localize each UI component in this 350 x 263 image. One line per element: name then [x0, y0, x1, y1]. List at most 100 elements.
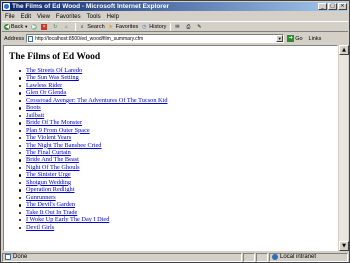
mail-button[interactable]: ✉ — [174, 24, 182, 30]
scroll-down-icon[interactable]: ▼ — [339, 241, 349, 251]
film-link[interactable]: The Devil's Garden — [26, 201, 75, 208]
film-link[interactable]: Lawless Rider — [26, 82, 62, 89]
page-heading: The Films of Ed Wood — [9, 52, 101, 62]
favorites-button[interactable]: ★ Favorites — [108, 23, 138, 30]
search-label: Search — [87, 23, 105, 30]
vertical-scrollbar[interactable]: ▲ ▼ — [338, 45, 349, 251]
page-icon — [28, 35, 34, 42]
refresh-button[interactable]: ↻ — [52, 24, 60, 30]
film-link[interactable]: The Sun Was Setting — [26, 74, 79, 81]
list-item: The Sinister Urge — [19, 171, 337, 178]
menu-file[interactable]: File — [2, 14, 18, 20]
refresh-icon: ↻ — [53, 23, 58, 30]
film-link[interactable]: Bride Of The Monster — [26, 119, 82, 126]
list-item: The Devil's Garden — [19, 201, 337, 208]
film-link[interactable]: Plan 9 From Outer Space — [26, 127, 90, 134]
window-controls: _ □ × — [318, 3, 347, 10]
list-item: Devil Girls — [19, 224, 337, 231]
film-link[interactable]: Operation Redlight — [26, 186, 74, 193]
stop-button[interactable]: × — [41, 23, 49, 30]
list-item: The Final Curtain — [19, 149, 337, 156]
film-link[interactable]: Shotgun Wedding — [26, 179, 71, 186]
list-item: Gunrunners — [19, 194, 337, 201]
film-link[interactable]: Night Of The Ghouls — [26, 164, 80, 171]
status-text: Done — [13, 254, 28, 260]
security-zone-label: Local intranet — [280, 254, 317, 260]
forward-button[interactable]: ▶ — [31, 23, 38, 30]
title-bar[interactable]: The Films of Ed Wood - Microsoft Interne… — [2, 2, 348, 11]
film-link[interactable]: I Woke Up Early The Day I Died — [26, 216, 109, 223]
menu-favorites[interactable]: Favorites — [53, 14, 84, 20]
forward-arrow-icon: ▶ — [31, 23, 38, 30]
film-link[interactable]: Devil Girls — [26, 224, 54, 231]
list-item: Jailbait — [19, 112, 337, 119]
list-item: Bride Of The Monster — [19, 119, 337, 126]
list-item: The Sun Was Setting — [19, 74, 337, 81]
back-dropdown-icon: ▼ — [24, 24, 29, 29]
search-icon: ⌕ — [80, 23, 84, 30]
film-link[interactable]: The Sinister Urge — [26, 171, 71, 178]
back-label: Back — [11, 23, 24, 30]
film-link[interactable]: Glen Or Glenda — [26, 89, 66, 96]
minimize-button[interactable]: _ — [318, 3, 327, 10]
menu-edit[interactable]: Edit — [18, 14, 34, 20]
go-arrow-icon: ➜ — [287, 35, 295, 42]
list-item: Shotgun Wedding — [19, 179, 337, 186]
address-url[interactable]: http://localhost:8500/ed_wood/film_summa… — [35, 36, 276, 42]
back-button[interactable]: ◀ Back ▼ — [4, 23, 29, 30]
list-item: Bride And The Beast — [19, 156, 337, 163]
menu-view[interactable]: View — [34, 14, 53, 20]
page-content: The Films of Ed Wood The Streets Of Lare… — [3, 45, 338, 251]
window-title: The Films of Ed Wood - Microsoft Interne… — [12, 3, 169, 10]
film-list: The Streets Of Laredo The Sun Was Settin… — [9, 67, 337, 231]
search-button[interactable]: ⌕ Search — [79, 23, 105, 30]
page-done-icon — [5, 254, 11, 260]
mail-icon: ✉ — [175, 23, 180, 30]
status-pane — [256, 252, 268, 262]
back-arrow-icon: ◀ — [4, 23, 10, 30]
list-item: Glen Or Glenda — [19, 89, 337, 96]
favorites-icon: ★ — [108, 23, 113, 30]
film-link[interactable]: The Night The Banshee Cried — [26, 142, 101, 149]
menu-tools[interactable]: Tools — [84, 14, 104, 20]
list-item: The Night The Banshee Cried — [19, 142, 337, 149]
menu-bar: File Edit View Favorites Tools Help — [2, 12, 348, 21]
film-link[interactable]: Bride And The Beast — [26, 156, 79, 163]
intranet-zone-icon — [272, 254, 278, 260]
menu-help[interactable]: Help — [104, 14, 122, 20]
status-bar: Done Local intranet — [2, 252, 348, 262]
close-button[interactable]: × — [338, 3, 347, 10]
address-bar: Address http://localhost:8500/ed_wood/fi… — [2, 33, 348, 44]
list-item: Crossroad Avenger: The Adventures Of The… — [19, 97, 337, 104]
film-link[interactable]: Jailbait — [26, 112, 44, 119]
scroll-up-icon[interactable]: ▲ — [339, 45, 349, 55]
home-button[interactable]: ⌂ — [63, 24, 71, 30]
film-link[interactable]: Boots — [26, 104, 41, 111]
links-button[interactable]: Links — [309, 36, 322, 42]
status-text-pane: Done — [2, 252, 242, 262]
history-label: History — [149, 23, 167, 30]
home-icon: ⌂ — [64, 23, 68, 30]
list-item: The Violent Years — [19, 134, 337, 141]
edit-button[interactable]: ✎ — [196, 24, 204, 30]
film-link[interactable]: Gunrunners — [26, 194, 56, 201]
film-link[interactable]: The Violent Years — [26, 134, 71, 141]
standard-toolbar: ◀ Back ▼ ▶ × ↻ ⌂ ⌕ Search ★ Favorites ◷ … — [2, 21, 348, 32]
list-item: Lawless Rider — [19, 82, 337, 89]
list-item: Boots — [19, 104, 337, 111]
go-button[interactable]: ➜ Go — [287, 35, 303, 42]
film-link[interactable]: Crossroad Avenger: The Adventures Of The… — [26, 97, 168, 104]
address-input[interactable]: http://localhost:8500/ed_wood/film_summa… — [26, 34, 285, 43]
maximize-button[interactable]: □ — [328, 3, 337, 10]
history-button[interactable]: ◷ History — [141, 24, 166, 30]
list-item: The Streets Of Laredo — [19, 67, 337, 74]
film-link[interactable]: Take It Out In Trade — [26, 209, 77, 216]
stop-icon: × — [41, 23, 48, 30]
list-item: Take It Out In Trade — [19, 209, 337, 216]
security-zone-pane: Local intranet — [269, 252, 348, 262]
film-link[interactable]: The Final Curtain — [26, 149, 71, 156]
address-dropdown-icon[interactable]: ▼ — [276, 35, 284, 42]
film-link[interactable]: The Streets Of Laredo — [26, 67, 82, 74]
toolbar-separator — [170, 22, 172, 31]
print-button[interactable]: ⎙ — [185, 24, 193, 30]
